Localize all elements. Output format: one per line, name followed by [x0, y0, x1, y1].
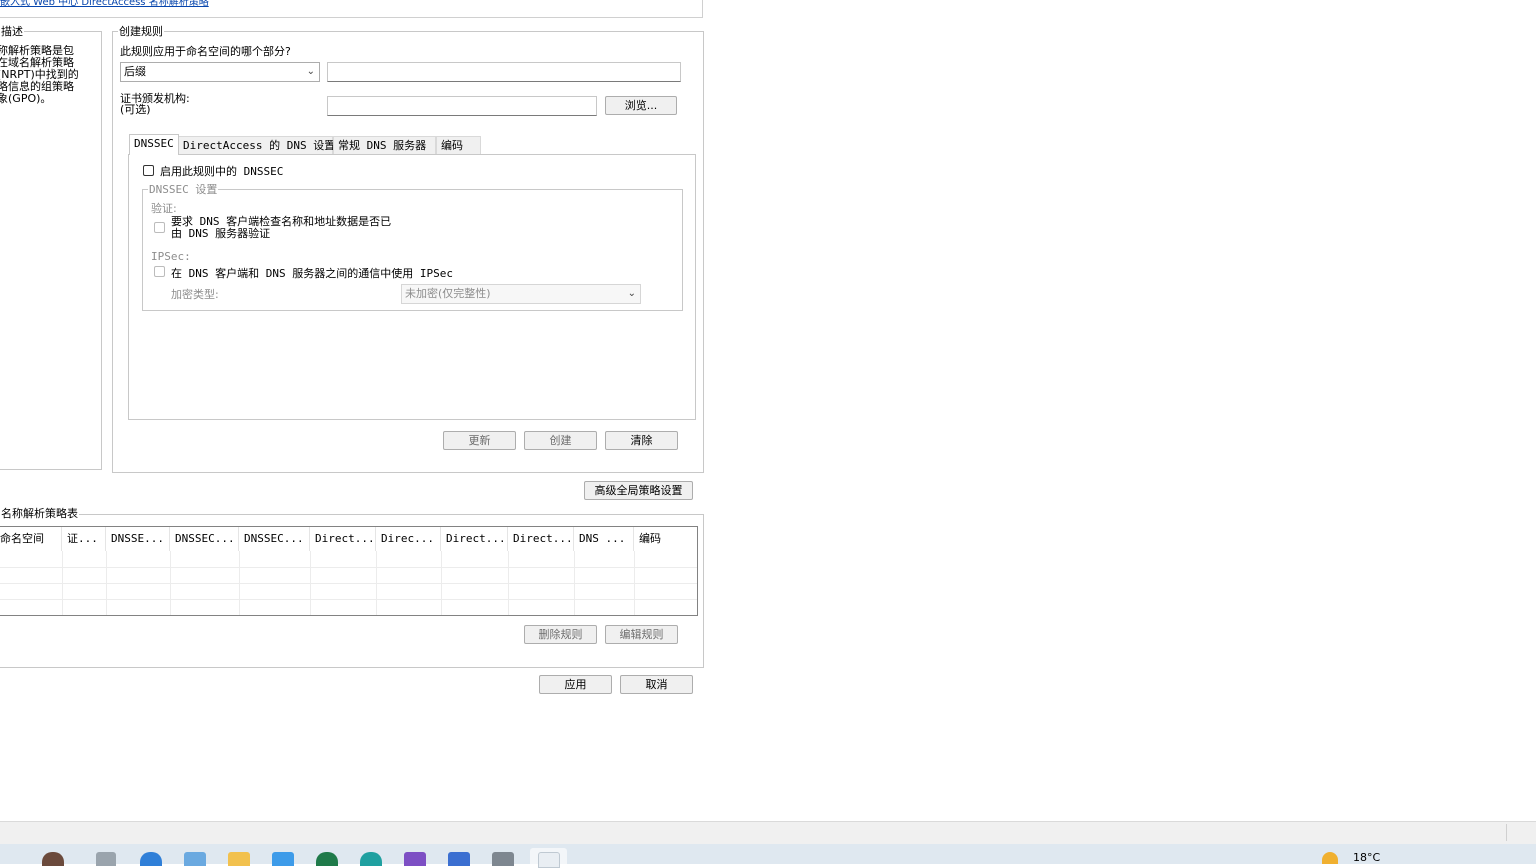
status-bar — [0, 821, 1536, 844]
table-col-divider — [62, 551, 63, 615]
col-direct-2[interactable]: Direc... — [376, 527, 441, 551]
tab-strip: DNSSEC DirectAccess 的 DNS 设置 常规 DNS 服务器 … — [129, 134, 695, 156]
enable-dnssec-label: 启用此规则中的 DNSSEC — [160, 165, 284, 178]
namespace-question: 此规则应用于命名空间的哪个部分? — [120, 45, 291, 58]
tab-directaccess-dns[interactable]: DirectAccess 的 DNS 设置 — [178, 136, 335, 155]
ipsec-label: IPSec: — [151, 250, 191, 263]
namespace-part-select[interactable]: 后缀 ⌄ — [120, 62, 320, 82]
delete-rule-button[interactable]: 删除规则 — [524, 625, 597, 644]
top-link[interactable]: 嵌入式 Web 中心 DirectAccess 名称解析策略 — [0, 0, 209, 8]
tab-encoding[interactable]: 编码 — [436, 136, 481, 155]
validation-label: 验证: — [151, 202, 177, 215]
use-ipsec-checkbox[interactable] — [154, 266, 165, 277]
table-col-divider — [376, 551, 377, 615]
require-validation-line2: 由 DNS 服务器验证 — [171, 227, 271, 240]
require-validation-checkbox[interactable] — [154, 222, 165, 233]
table-col-divider — [170, 551, 171, 615]
namespace-input[interactable] — [327, 62, 681, 82]
require-validation-label: 要求 DNS 客户端检查名称和地址数据是否已 由 DNS 服务器验证 — [171, 216, 391, 240]
update-button[interactable]: 更新 — [443, 431, 516, 450]
browse-button[interactable]: 浏览... — [605, 96, 677, 115]
tab-dnssec[interactable]: DNSSEC — [129, 134, 179, 155]
notepad-icon[interactable] — [538, 852, 560, 868]
use-ipsec-label: 在 DNS 客户端和 DNS 服务器之间的通信中使用 IPSec — [171, 267, 453, 280]
table-col-divider — [106, 551, 107, 615]
encryption-type-label: 加密类型: — [171, 288, 219, 301]
description-title: 描述 — [0, 23, 24, 39]
table-col-divider — [310, 551, 311, 615]
cancel-button[interactable]: 取消 — [620, 675, 693, 694]
table-col-divider — [634, 551, 635, 615]
description-text: 名称解析策略是包 含在域名解析策略 表(NRPT)中找到的 策略信息的组策略 对… — [0, 45, 96, 105]
table-col-divider — [441, 551, 442, 615]
dialog-top-border — [0, 17, 703, 18]
tab-general-dns-servers[interactable]: 常规 DNS 服务器 — [333, 136, 436, 155]
apply-button[interactable]: 应用 — [539, 675, 612, 694]
table-col-divider — [574, 551, 575, 615]
col-dnssec-2[interactable]: DNSSEC... — [170, 527, 239, 551]
col-direct-3[interactable]: Direct... — [441, 527, 508, 551]
col-namespace[interactable]: 命名空间 — [0, 527, 62, 551]
cert-label-line2: (可选) — [120, 103, 151, 116]
col-dnssec-3[interactable]: DNSSEC... — [239, 527, 310, 551]
create-rule-title: 创建规则 — [118, 23, 164, 39]
table-row-divider — [0, 583, 697, 584]
enable-dnssec-checkbox[interactable] — [143, 165, 154, 176]
description-line: 对象(GPO)。 — [0, 92, 52, 105]
table-col-divider — [239, 551, 240, 615]
status-bar-grip — [1506, 824, 1507, 841]
dialog-right-border — [702, 0, 703, 18]
create-button[interactable]: 创建 — [524, 431, 597, 450]
policy-table-title: 名称解析策略表 — [0, 505, 79, 521]
cert-authority-input[interactable] — [327, 96, 597, 116]
encryption-type-select[interactable]: 未加密(仅完整性) ⌄ — [401, 284, 641, 304]
col-dnssec-1[interactable]: DNSSE... — [106, 527, 170, 551]
encryption-type-value: 未加密(仅完整性) — [405, 287, 491, 300]
advanced-global-settings-button[interactable]: 高级全局策略设置 — [584, 481, 693, 500]
chevron-down-icon: ⌄ — [306, 66, 315, 77]
col-encoding[interactable]: 编码 — [634, 527, 694, 551]
dnssec-settings-title: DNSSEC 设置 — [148, 181, 219, 197]
weather-temperature: 18°C — [1353, 851, 1381, 864]
col-direct-1[interactable]: Direct... — [310, 527, 376, 551]
edit-rule-button[interactable]: 编辑规则 — [605, 625, 678, 644]
table-col-divider — [508, 551, 509, 615]
chevron-down-icon: ⌄ — [627, 288, 636, 299]
table-row-divider — [0, 599, 697, 600]
col-cert[interactable]: 证... — [62, 527, 106, 551]
col-dns[interactable]: DNS ... — [574, 527, 634, 551]
namespace-part-value: 后缀 — [124, 65, 146, 78]
cert-authority-label: 证书颁发机构: (可选) — [120, 93, 190, 115]
clear-button[interactable]: 清除 — [605, 431, 678, 450]
policy-table[interactable]: 命名空间 证... DNSSE... DNSSEC... DNSSEC... D… — [0, 526, 698, 616]
weather-icon[interactable] — [1322, 852, 1338, 864]
col-direct-4[interactable]: Direct... — [508, 527, 574, 551]
table-row-divider — [0, 567, 697, 568]
